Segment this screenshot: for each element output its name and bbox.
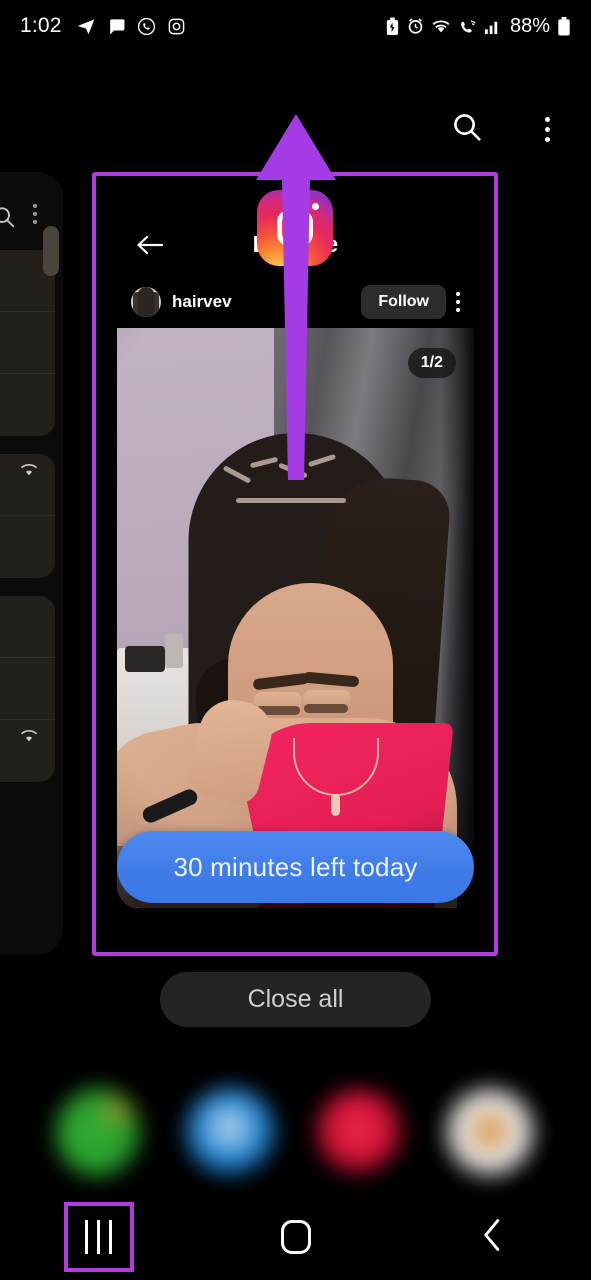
chat-bubble-icon xyxy=(107,17,126,36)
app-dock xyxy=(0,1085,591,1180)
phone-screen: 1:02 88% hairvev Follow 1/2 30 minutes l… xyxy=(0,0,591,1280)
status-bar-right: 88% xyxy=(385,15,571,38)
list-item[interactable]: :22 am xyxy=(0,312,55,374)
search-button[interactable] xyxy=(441,103,493,155)
list-group: :25 pm :11 pm xyxy=(0,454,55,578)
follow-button[interactable]: Follow xyxy=(361,285,446,319)
alarm-icon xyxy=(407,17,424,35)
wifi-calling-icon xyxy=(19,462,39,483)
list-item[interactable]: :13 pm xyxy=(0,596,55,658)
dock-icon-green[interactable] xyxy=(55,1087,146,1178)
photo-counter-badge: 1/2 xyxy=(407,348,456,378)
more-vertical-icon xyxy=(544,116,550,142)
search-icon xyxy=(0,205,16,234)
search-icon xyxy=(451,111,483,148)
annotation-up-arrow xyxy=(250,110,342,490)
list-item[interactable]: :52 am xyxy=(0,658,55,720)
list-item[interactable]: :11 pm xyxy=(0,516,55,578)
recents-overflow-button[interactable] xyxy=(521,103,573,155)
background-app-card[interactable]: :23 am :22 am :10 am :25 pm :11 pm :13 xyxy=(0,172,63,955)
status-bar-left: 1:02 xyxy=(20,14,186,38)
back-button[interactable] xyxy=(478,1217,508,1258)
list-item[interactable]: :25 pm xyxy=(0,454,55,516)
battery-icon xyxy=(557,16,571,36)
whatsapp-icon xyxy=(137,17,156,36)
post-overflow-button[interactable] xyxy=(456,292,460,312)
recents-button[interactable] xyxy=(63,1202,134,1272)
signal-icon xyxy=(484,18,501,35)
toast-message: 30 minutes left today xyxy=(173,851,418,882)
status-bar-clock: 1:02 xyxy=(20,14,62,37)
battery-saver-icon xyxy=(385,17,400,36)
battery-percent-label: 88% xyxy=(509,14,550,37)
avatar[interactable] xyxy=(131,287,161,317)
dock-icon-white[interactable] xyxy=(445,1087,536,1178)
more-vertical-icon xyxy=(33,204,37,224)
dock-icon-blue[interactable] xyxy=(185,1087,276,1178)
list-item[interactable]: :10 am xyxy=(0,374,55,436)
list-item[interactable]: :43 am xyxy=(0,720,55,782)
list-group: :23 am :22 am :10 am xyxy=(0,250,55,436)
wifi-calling-icon xyxy=(458,18,477,35)
username-label[interactable]: hairvev xyxy=(172,292,232,312)
dock-icon-red[interactable] xyxy=(315,1087,406,1178)
system-navigation-bar xyxy=(0,1194,591,1280)
list-group: :13 pm :52 am :43 am xyxy=(0,596,55,782)
home-button[interactable] xyxy=(280,1220,311,1254)
recents-header xyxy=(441,103,573,155)
wifi-icon xyxy=(431,18,451,35)
telegram-icon xyxy=(76,16,96,36)
status-bar: 1:02 88% xyxy=(0,0,591,52)
scrollbar-thumb[interactable] xyxy=(43,226,59,276)
recents-slot xyxy=(0,1202,197,1272)
wifi-calling-icon xyxy=(19,728,39,749)
back-slot xyxy=(394,1217,591,1258)
close-all-button[interactable]: Close all xyxy=(160,972,431,1027)
instagram-icon xyxy=(167,17,186,36)
close-all-label: Close all xyxy=(247,985,344,1013)
home-slot xyxy=(197,1220,394,1254)
usage-limit-toast: 30 minutes left today xyxy=(117,831,474,903)
